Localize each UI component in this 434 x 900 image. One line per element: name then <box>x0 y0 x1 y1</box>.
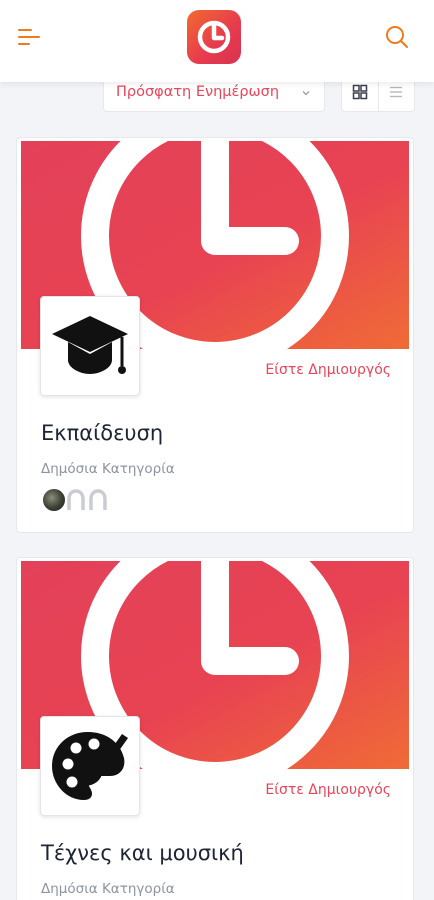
palette-icon <box>40 716 140 816</box>
category-visibility: Δημόσια Κατηγορία <box>41 881 175 897</box>
graduation-cap-icon <box>40 296 140 396</box>
category-title: Εκπαίδευση <box>41 421 164 445</box>
category-card[interactable]: Είστε Δημιουργός Εκπαίδευση Δημόσια Κατη… <box>16 137 414 533</box>
search-icon[interactable] <box>384 24 410 50</box>
clock-logo-icon[interactable] <box>187 10 241 64</box>
hamburger-menu-icon[interactable] <box>14 22 48 52</box>
sort-dropdown-value: Πρόσφατη Ενημέρωση <box>116 84 280 100</box>
category-card[interactable]: Είστε Δημιουργός Τέχνες και μουσική Δημό… <box>16 557 414 900</box>
creator-badge: Είστε Δημιουργός <box>265 362 391 378</box>
app-header <box>0 0 434 82</box>
category-title: Τέχνες και μουσική <box>41 841 244 865</box>
chevron-down-icon <box>302 91 310 96</box>
avatar <box>41 487 67 513</box>
category-visibility: Δημόσια Κατηγορία <box>41 461 175 477</box>
creator-badge: Είστε Δημιουργός <box>265 782 391 798</box>
